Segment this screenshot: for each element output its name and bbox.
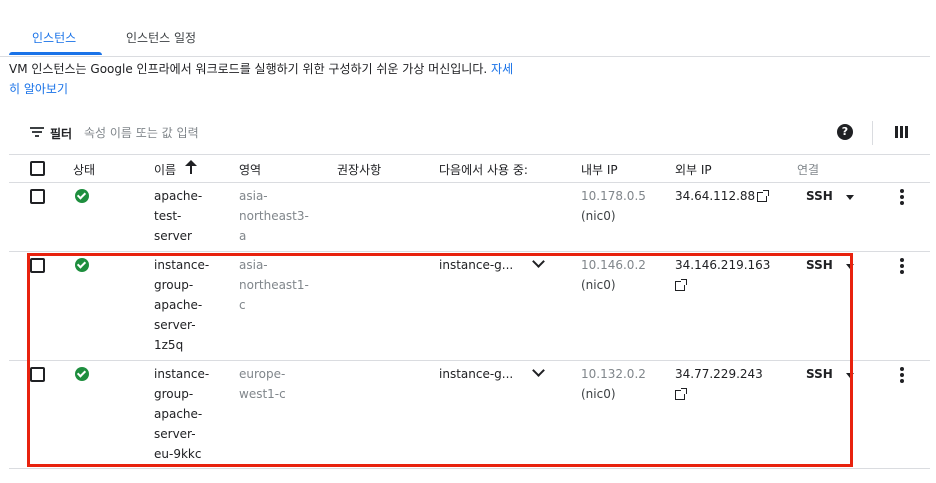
ssh-button[interactable]: SSH xyxy=(806,189,833,203)
table-header: 상태 이름 영역 권장사항 다음에서 사용 중: 내부 IP 외부 IP 연결 xyxy=(9,154,930,183)
header-in-use-by[interactable]: 다음에서 사용 중: xyxy=(439,161,528,178)
header-external-ip[interactable]: 외부 IP xyxy=(675,161,712,178)
instance-zone: asia- northeast3- a xyxy=(239,189,309,243)
table-row: apache- test- server asia- northeast3- a… xyxy=(9,183,930,252)
filter-label[interactable]: 필터 xyxy=(50,125,72,142)
more-vert-icon[interactable] xyxy=(900,189,904,205)
sort-ascending-icon[interactable] xyxy=(185,160,197,174)
header-status[interactable]: 상태 xyxy=(73,161,95,178)
header-connect: 연결 xyxy=(797,163,820,177)
select-all-checkbox[interactable] xyxy=(30,161,45,176)
internal-ip: 10.178.0.5 (nic0) xyxy=(581,189,646,223)
filter-icon[interactable] xyxy=(30,127,44,138)
filter-input[interactable] xyxy=(84,122,384,144)
learn-more-link-cont[interactable]: 히 알아보기 xyxy=(9,82,68,96)
description-text: VM 인스턴스는 Google 인프라에서 워크로드를 실행하기 위한 구성하기… xyxy=(9,62,488,76)
toolbar-divider xyxy=(872,121,873,145)
active-tab-indicator xyxy=(9,52,102,55)
header-recommendation[interactable]: 권장사항 xyxy=(337,161,381,178)
open-in-new-icon[interactable] xyxy=(757,189,770,202)
check-circle-icon xyxy=(75,189,89,203)
more-vert-icon[interactable] xyxy=(900,367,904,383)
external-ip-link[interactable]: 34.64.112.88 xyxy=(675,186,770,206)
column-display-icon[interactable] xyxy=(895,126,908,138)
header-zone[interactable]: 영역 xyxy=(239,161,261,178)
tab-bar: 인스턴스 인스턴스 일정 xyxy=(0,0,930,57)
tab-instance-schedules[interactable]: 인스턴스 일정 xyxy=(126,29,196,46)
learn-more-link[interactable]: 자세 xyxy=(491,62,513,76)
filter-bar: 필터 xyxy=(0,112,930,154)
tab-instances[interactable]: 인스턴스 xyxy=(32,29,76,46)
header-internal-ip[interactable]: 내부 IP xyxy=(581,161,618,178)
page-description: VM 인스턴스는 Google 인프라에서 워크로드를 실행하기 위한 구성하기… xyxy=(9,59,524,99)
more-vert-icon[interactable] xyxy=(900,258,904,274)
row-checkbox[interactable] xyxy=(30,189,45,204)
highlight-box xyxy=(27,253,853,467)
ssh-menu-caret-icon[interactable] xyxy=(846,195,854,200)
instance-name-link[interactable]: apache- test- server xyxy=(154,186,224,246)
header-name[interactable]: 이름 xyxy=(154,161,176,178)
help-icon[interactable]: ? xyxy=(837,124,853,140)
